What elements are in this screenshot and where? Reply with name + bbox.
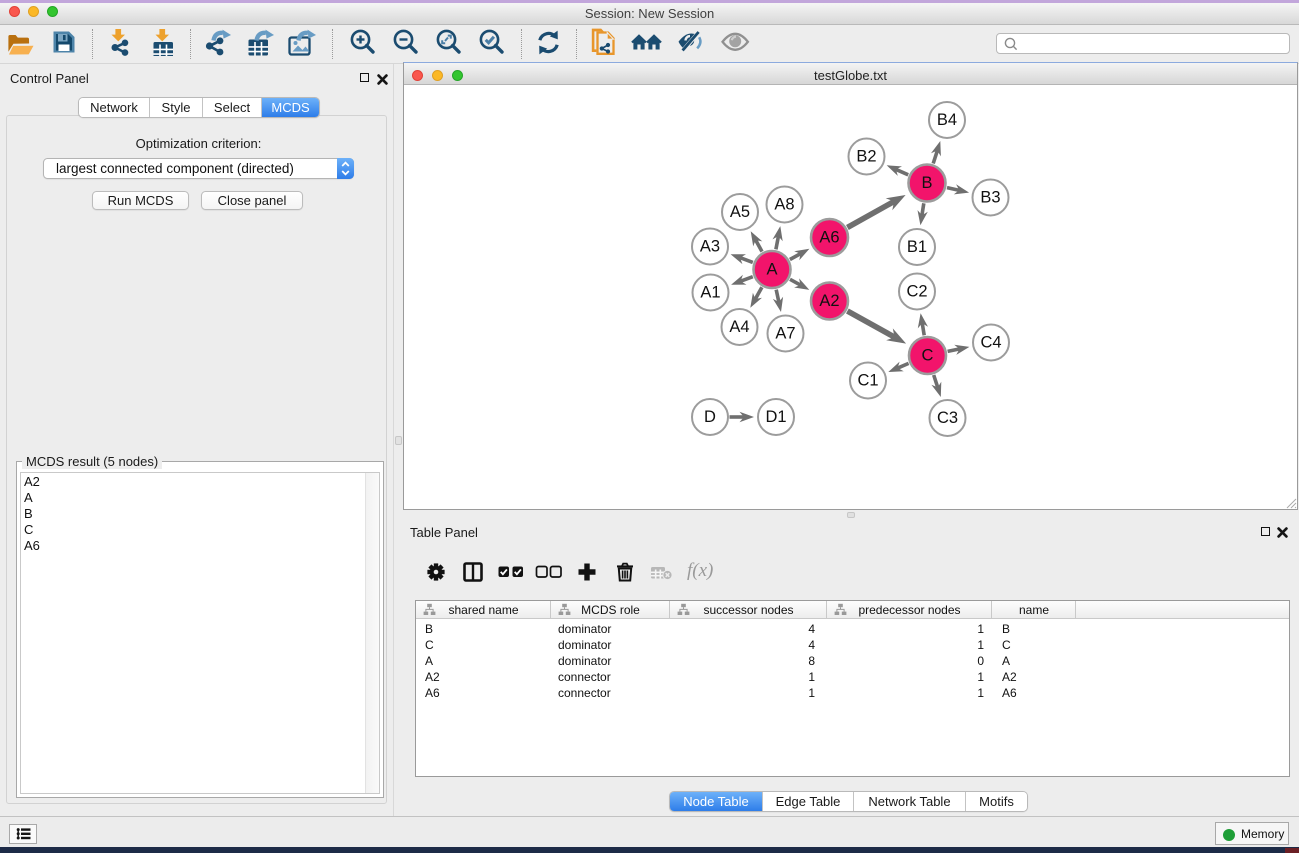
- svg-text:B4: B4: [937, 111, 957, 129]
- svg-text:A2: A2: [819, 292, 839, 310]
- svg-text:D1: D1: [765, 408, 786, 426]
- svg-text:A: A: [766, 261, 777, 279]
- svg-text:A8: A8: [774, 196, 794, 214]
- svg-text:A7: A7: [775, 325, 795, 343]
- svg-text:A4: A4: [729, 318, 749, 336]
- svg-text:B: B: [921, 174, 932, 192]
- svg-text:B1: B1: [907, 238, 927, 256]
- svg-text:A3: A3: [700, 238, 720, 256]
- svg-text:A1: A1: [700, 284, 720, 302]
- svg-text:C: C: [922, 347, 934, 365]
- svg-text:A5: A5: [730, 203, 750, 221]
- svg-text:C4: C4: [980, 334, 1001, 352]
- svg-text:C2: C2: [906, 283, 927, 301]
- svg-text:C1: C1: [857, 372, 878, 390]
- svg-text:B2: B2: [856, 148, 876, 166]
- svg-text:A6: A6: [819, 229, 839, 247]
- svg-text:D: D: [704, 408, 716, 426]
- svg-text:C3: C3: [937, 409, 958, 427]
- svg-text:B3: B3: [980, 189, 1000, 207]
